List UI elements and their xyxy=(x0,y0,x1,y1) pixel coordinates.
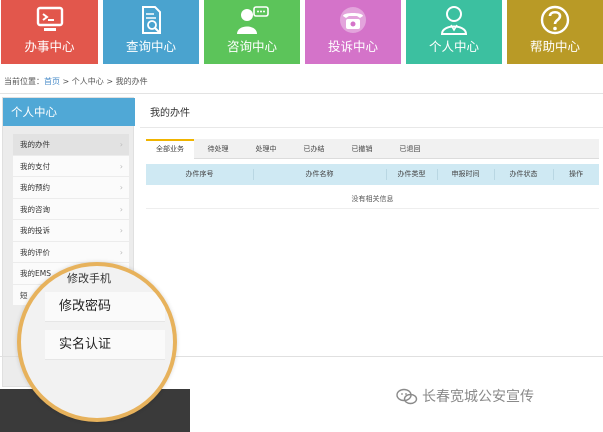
nav-tile-label: 帮助中心 xyxy=(529,39,580,54)
nav-tile-consult-center[interactable]: 咨询中心 xyxy=(204,0,300,64)
sidebar-item-my-payments[interactable]: 我的支付 › xyxy=(13,155,129,177)
nav-tile-label: 个人中心 xyxy=(428,39,479,54)
column-header: 办件类型 xyxy=(397,170,426,178)
sidebar-item-my-complaints[interactable]: 我的投诉 › xyxy=(13,220,129,242)
sidebar-item-my-reviews[interactable]: 我的评价 › xyxy=(13,241,129,263)
watermark-text: 长春宽城公安宣传 xyxy=(422,389,534,405)
magnifier-callout: 修改密码 实名认证 xyxy=(17,262,177,422)
chevron-right-icon: › xyxy=(119,247,123,257)
sidebar-item-label: 我的预约 xyxy=(20,183,50,192)
magnified-change-password[interactable]: 修改密码 xyxy=(45,292,165,322)
chevron-right-icon: › xyxy=(119,161,123,171)
telephone-icon xyxy=(336,5,370,35)
monitor-icon xyxy=(33,5,67,35)
breadcrumb-divider xyxy=(0,93,603,94)
column-header: 申报时间 xyxy=(451,170,480,178)
tab-pending[interactable]: 待处理 xyxy=(194,139,242,159)
page: 办事中心 查询中心 咨询中心 投诉中心 个人中心 帮助中心 当前位置：首页 > … xyxy=(0,0,603,432)
column-header: 办件状态 xyxy=(509,170,538,178)
breadcrumb-separator: > xyxy=(60,77,72,86)
magnified-real-name-auth[interactable]: 实名认证 xyxy=(45,330,165,360)
sidebar-item-label: 短 xyxy=(20,290,28,300)
person-icon xyxy=(437,5,471,35)
chevron-right-icon: › xyxy=(119,140,123,149)
sidebar-item-label: 我的投诉 xyxy=(20,226,50,235)
column-header: 办件名称 xyxy=(305,170,334,178)
breadcrumb-prefix: 当前位置： xyxy=(4,77,44,86)
table-header: 办件序号 办件名称 办件类型 申报时间 办件状态 操作 xyxy=(146,164,599,185)
column-header: 办件序号 xyxy=(185,170,214,178)
wechat-icon xyxy=(396,388,418,406)
nav-tile-label: 办事中心 xyxy=(24,39,75,54)
watermark: 长春宽城公安宣传 xyxy=(396,386,534,408)
nav-tile-help-center[interactable]: 帮助中心 xyxy=(507,0,603,64)
tab-processing[interactable]: 处理中 xyxy=(242,139,290,159)
breadcrumb-separator: > xyxy=(103,77,116,86)
document-search-icon xyxy=(134,5,168,35)
nav-tile-label: 投诉中心 xyxy=(327,39,378,54)
sidebar-item-label: 我的评价 xyxy=(20,247,50,257)
tab-completed[interactable]: 已办结 xyxy=(290,139,338,159)
magnified-change-phone-fragment: 修改手机 xyxy=(67,272,111,285)
chevron-right-icon: › xyxy=(119,226,123,235)
status-tabs: 全部业务 待处理 处理中 已办结 已撤销 已退回 xyxy=(146,139,599,159)
tab-all[interactable]: 全部业务 xyxy=(146,139,194,159)
chevron-right-icon: › xyxy=(119,204,123,214)
nav-tile-service-center[interactable]: 办事中心 xyxy=(1,0,98,64)
user-chat-icon xyxy=(235,5,269,35)
breadcrumb: 当前位置：首页 > 个人中心 > 我的办件 xyxy=(4,73,603,91)
breadcrumb-home-link[interactable]: 首页 xyxy=(44,77,60,86)
column-header: 操作 xyxy=(569,170,583,178)
nav-tile-personal-center[interactable]: 个人中心 xyxy=(406,0,502,64)
page-title: 我的办件 xyxy=(150,108,190,119)
sidebar-item-label: 我的办件 xyxy=(20,140,50,149)
breadcrumb-section-link[interactable]: 个人中心 xyxy=(72,77,104,86)
main-panel: 我的办件 全部业务 待处理 处理中 已办结 已撤销 已退回 办件序号 办件名称 … xyxy=(140,97,603,347)
sidebar-item-label: 我的支付 xyxy=(20,161,50,171)
nav-tile-label: 咨询中心 xyxy=(226,39,277,54)
breadcrumb-current: 我的办件 xyxy=(115,77,148,86)
sidebar-item-my-cases[interactable]: 我的办件 › xyxy=(13,134,129,156)
sidebar-item-my-appointments[interactable]: 我的预约 › xyxy=(13,177,129,199)
question-icon xyxy=(538,5,572,35)
nav-tile-complaint-center[interactable]: 投诉中心 xyxy=(305,0,401,64)
nav-tile-label: 查询中心 xyxy=(125,39,176,54)
chevron-right-icon: › xyxy=(119,183,123,192)
title-divider xyxy=(140,127,603,128)
sidebar-item-label: 我的咨询 xyxy=(20,204,50,214)
tab-returned[interactable]: 已退回 xyxy=(386,139,434,159)
tab-revoked[interactable]: 已撤销 xyxy=(338,139,386,159)
nav-tile-query-center[interactable]: 查询中心 xyxy=(103,0,199,64)
sidebar-item-label: 我的EMS xyxy=(20,269,51,278)
sidebar-item-my-consultations[interactable]: 我的咨询 › xyxy=(13,198,129,220)
empty-table-message: 没有相关信息 xyxy=(146,189,599,209)
top-navigation: 办事中心 查询中心 咨询中心 投诉中心 个人中心 帮助中心 xyxy=(0,0,603,66)
sidebar-title: 个人中心 xyxy=(3,98,135,126)
